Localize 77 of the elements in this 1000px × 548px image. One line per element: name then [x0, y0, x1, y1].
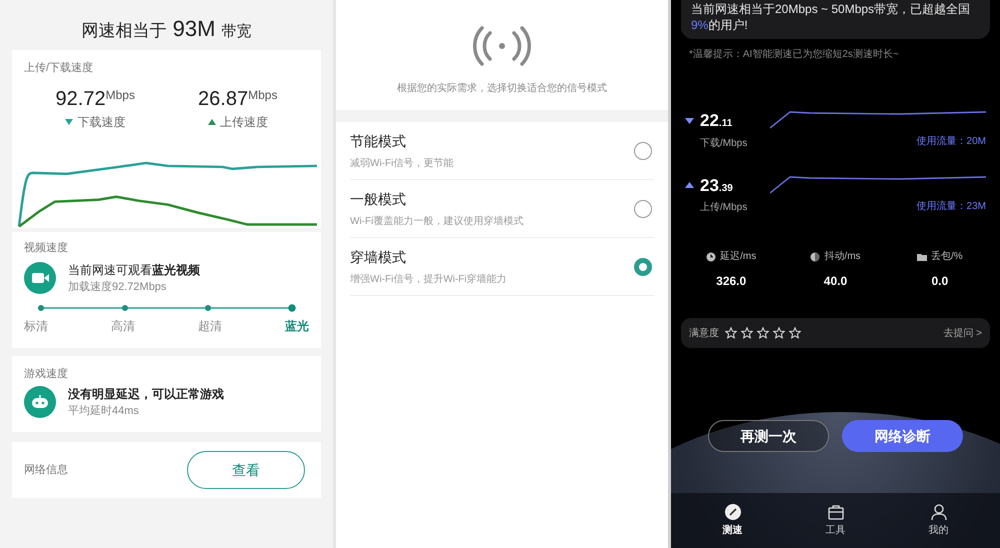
nav-tab[interactable]: 我的 [908, 503, 968, 538]
nav-tab[interactable]: 测速 [702, 503, 762, 538]
star-icon [725, 327, 737, 339]
video-quality-text: 当前网速可观看蓝光视频 [68, 262, 200, 278]
diagnose-button[interactable]: 网络诊断 [842, 420, 963, 452]
headline-text: 带宽 [221, 22, 252, 42]
mode-title: 穿墙模式 [350, 248, 407, 266]
speed-decimal: .39 [718, 182, 733, 196]
card-label: 视频速度 [24, 240, 69, 256]
quality-label[interactable]: 高清 [111, 317, 135, 335]
down-triangle-icon [65, 118, 74, 124]
clock-icon [706, 252, 716, 262]
folder-icon [916, 252, 927, 262]
radio-button[interactable] [634, 200, 652, 218]
speed-value: 23 [700, 174, 719, 196]
speed-unit: 上传/Mbps [700, 200, 748, 215]
briefcase-icon [826, 503, 844, 521]
stat-value: 326.0 [716, 273, 746, 290]
star-icon [741, 327, 753, 339]
mode-title: 一般模式 [350, 190, 407, 208]
speed-unit: 下载/Mbps [700, 136, 748, 150]
instruction-text: 根据您的实际需求，选择切换适合您的信号模式 [397, 82, 607, 96]
bandwidth-value: 93M [172, 15, 216, 43]
radio-button[interactable] [634, 142, 652, 160]
stat-label: 丢包/% [930, 250, 963, 264]
quality-label[interactable]: 超清 [198, 317, 222, 335]
ask-link[interactable]: 去提问 > [943, 326, 982, 340]
retest-button[interactable]: 再测一次 [708, 420, 829, 452]
video-camera-icon [24, 262, 56, 294]
game-status-text: 没有明显延迟，可以正常游戏 [68, 386, 224, 402]
view-button[interactable]: 查看 [187, 451, 305, 489]
mode-option[interactable]: 一般模式 Wi-Fi覆盖能力一般，建议使用穿墙模式 [350, 180, 654, 238]
card-label: 上传/下载速度 [24, 60, 94, 76]
gauge-icon [724, 503, 742, 521]
stat-label: 延迟/ms [720, 250, 756, 264]
stat-label: 抖动/ms [824, 250, 861, 264]
mode-title: 节能模式 [350, 132, 407, 150]
up-triangle-icon [208, 118, 216, 124]
quality-label[interactable]: 标清 [24, 317, 48, 335]
star-icon [789, 327, 801, 339]
quality-label[interactable]: 蓝光 [285, 317, 309, 335]
mode-option[interactable]: 节能模式 减弱Wi-Fi信号，更节能 [350, 122, 654, 180]
headline-text: 网速相当于 [82, 20, 167, 42]
satisfaction-label: 满意度 [689, 326, 719, 340]
latency-text: 平均延时44ms [68, 404, 140, 418]
card-label: 网络信息 [24, 462, 68, 478]
speed-value: 26.87 [198, 88, 248, 108]
mode-description: Wi-Fi覆盖能力一般，建议使用穿墙模式 [350, 214, 524, 228]
speed-unit: Mbps [106, 88, 135, 100]
card-label: 游戏速度 [24, 366, 69, 382]
signal-broadcast-icon [472, 25, 532, 67]
data-usage-text: 使用流量：20M [916, 134, 986, 149]
summary-text: 当前网速相当于20Mbps ~ 50Mbps带宽，已超越全国 9%的用户! [681, 0, 990, 39]
gamepad-icon [24, 386, 56, 418]
mode-description: 减弱Wi-Fi信号，更节能 [350, 156, 454, 170]
person-icon [930, 503, 948, 521]
stat-value: 0.0 [931, 273, 948, 290]
mode-description: 增强Wi-Fi信号，提升Wi-Fi穿墙能力 [350, 272, 507, 286]
load-speed-text: 加载速度92.72Mbps [68, 280, 168, 294]
star-rating[interactable] [725, 327, 801, 339]
speed-unit: Mbps [248, 88, 278, 100]
mode-option[interactable]: 穿墙模式 增强Wi-Fi信号，提升Wi-Fi穿墙能力 [350, 238, 654, 296]
tip-text: *温馨提示：AI智能测速已为您缩短2s测速时长~ [689, 48, 900, 62]
star-icon [773, 327, 785, 339]
speed-caption: 上传速度 [220, 114, 268, 130]
star-icon [757, 327, 769, 339]
half-circle-icon [810, 252, 820, 262]
stat-value: 40.0 [824, 273, 848, 290]
down-triangle-icon [685, 118, 694, 124]
nav-tab[interactable]: 工具 [806, 503, 866, 538]
up-triangle-icon [685, 182, 694, 188]
speed-caption: 下载速度 [77, 114, 126, 130]
speed-value: 22 [700, 110, 719, 132]
speed-value: 92.72 [56, 88, 106, 108]
speed-decimal: .11 [718, 117, 732, 131]
radio-button[interactable] [634, 258, 652, 276]
data-usage-text: 使用流量：23M [916, 200, 986, 214]
